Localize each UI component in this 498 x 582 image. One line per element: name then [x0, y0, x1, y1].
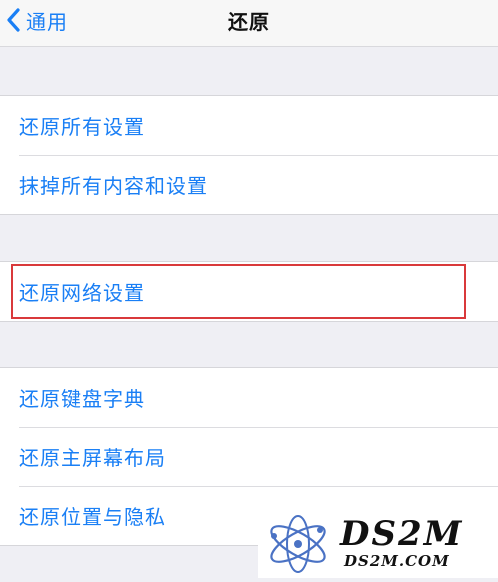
- erase-all-content-button[interactable]: 抹掉所有内容和设置: [0, 155, 498, 214]
- atom-logo-icon: [258, 508, 338, 578]
- reset-group-1: 还原所有设置 抹掉所有内容和设置: [0, 95, 498, 215]
- reset-group-2: 还原网络设置: [0, 261, 498, 322]
- reset-network-settings-button[interactable]: 还原网络设置: [0, 262, 498, 321]
- watermark-domain: DS2M.COM: [344, 552, 450, 570]
- reset-network-settings-label: 还原网络设置: [19, 281, 145, 305]
- reset-keyboard-dictionary-label: 还原键盘字典: [19, 387, 145, 411]
- watermark-brand: DS2M: [340, 514, 464, 554]
- page-title: 还原: [228, 10, 270, 34]
- reset-keyboard-dictionary-button[interactable]: 还原键盘字典: [0, 368, 498, 427]
- reset-all-settings-label: 还原所有设置: [19, 115, 145, 139]
- reset-all-settings-button[interactable]: 还原所有设置: [0, 96, 498, 155]
- navigation-bar: 通用 还原: [0, 0, 498, 47]
- reset-home-screen-layout-label: 还原主屏幕布局: [19, 446, 166, 470]
- watermark: DS2M DS2M.COM: [258, 508, 498, 578]
- reset-location-privacy-label: 还原位置与隐私: [19, 505, 166, 529]
- erase-all-content-label: 抹掉所有内容和设置: [19, 174, 208, 198]
- reset-home-screen-layout-button[interactable]: 还原主屏幕布局: [0, 427, 498, 486]
